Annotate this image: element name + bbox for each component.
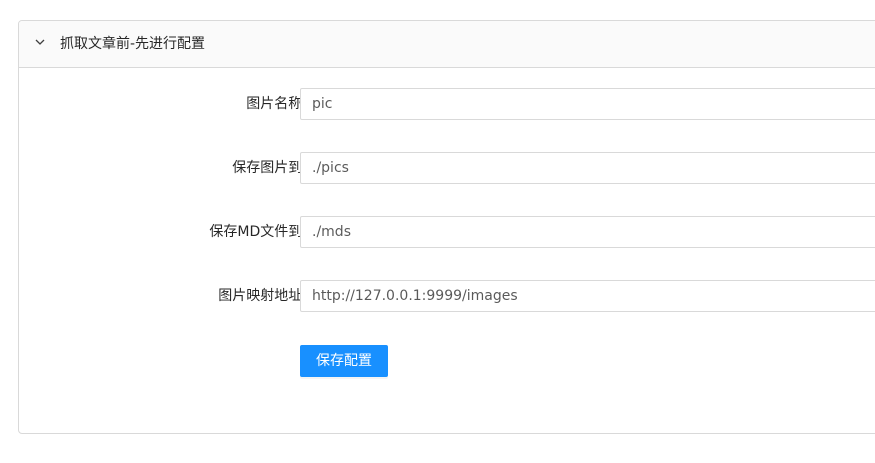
- pic-name-label: 图片名称:: [246, 96, 307, 112]
- pic-dir-input[interactable]: [300, 152, 875, 184]
- image-url-input[interactable]: [300, 280, 875, 312]
- form-row-md-dir: 保存MD文件到:: [19, 216, 875, 248]
- form-row-image-url: 图片映射地址:: [19, 280, 875, 312]
- panel-title: 抓取文章前-先进行配置: [60, 36, 206, 52]
- md-dir-label: 保存MD文件到:: [209, 224, 307, 240]
- form-row-pic-dir: 保存图片到:: [19, 152, 875, 184]
- pic-name-input[interactable]: [300, 88, 875, 120]
- config-panel: 抓取文章前-先进行配置 图片名称: 保存图片到: 保存MD文件到: 图片映射地址…: [18, 20, 875, 434]
- image-url-label: 图片映射地址:: [218, 288, 307, 304]
- pic-dir-label: 保存图片到:: [232, 160, 307, 176]
- chevron-down-icon[interactable]: [34, 36, 48, 50]
- save-config-button[interactable]: 保存配置: [300, 345, 388, 377]
- form-row-pic-name: 图片名称:: [19, 88, 875, 120]
- md-dir-input[interactable]: [300, 216, 875, 248]
- panel-header[interactable]: 抓取文章前-先进行配置: [19, 21, 875, 68]
